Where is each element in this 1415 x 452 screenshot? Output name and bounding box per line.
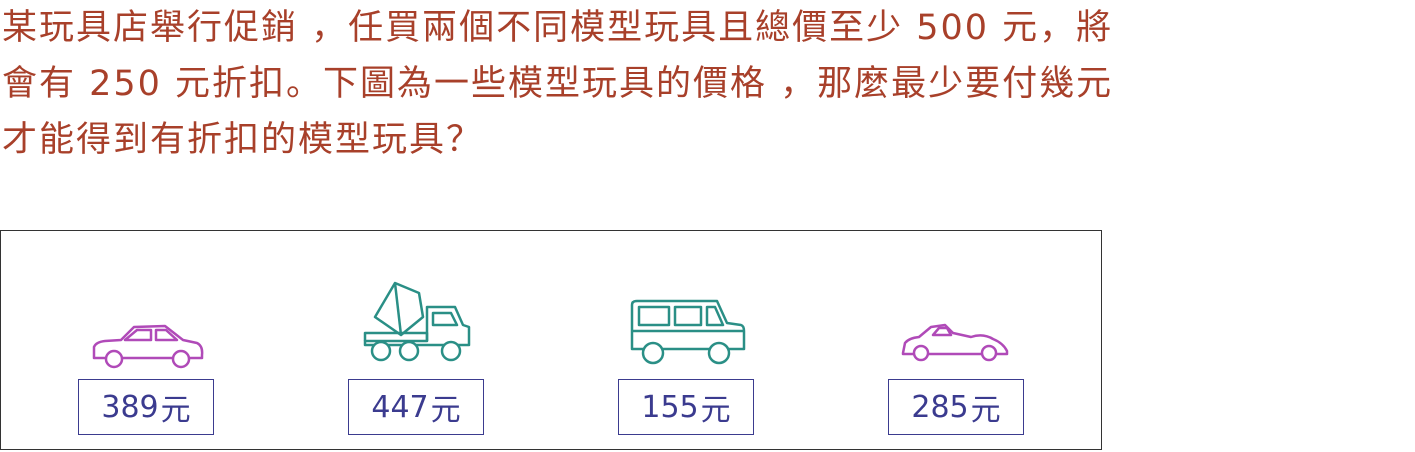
price-unit: 元: [160, 393, 191, 428]
sports-car-icon: [901, 323, 1009, 362]
price-tag-sports-car: 285 元: [888, 379, 1024, 435]
question-line-1: 某玩具店舉行促銷 ，任買兩個不同模型玩具且總價至少 500 元，將: [2, 8, 1114, 48]
price-unit: 元: [970, 393, 1001, 428]
price-unit: 元: [430, 393, 461, 428]
price-value: 155: [641, 389, 699, 425]
price-value: 447: [371, 389, 429, 425]
toy-price-panel: 389 元 447 元 155 元 285 元: [0, 230, 1102, 450]
price-value: 389: [101, 389, 159, 425]
price-unit: 元: [700, 393, 731, 428]
price-value: 285: [911, 389, 969, 425]
price-tag-sedan: 389 元: [78, 379, 214, 435]
question-line-2: 會有 250 元折扣。下圖為一些模型玩具的價格 ，那麼最少要付幾元: [2, 64, 1114, 104]
price-tag-jeep: 155 元: [618, 379, 754, 435]
price-tag-mixer-truck: 447 元: [348, 379, 484, 435]
sedan-car-icon: [92, 324, 204, 369]
question-text: 某玩具店舉行促銷 ，任買兩個不同模型玩具且總價至少 500 元，將 會有 250…: [2, 0, 1412, 168]
cement-mixer-truck-icon: [363, 281, 471, 362]
question-line-3: 才能得到有折扣的模型玩具？: [2, 120, 484, 160]
jeep-icon: [630, 299, 746, 365]
